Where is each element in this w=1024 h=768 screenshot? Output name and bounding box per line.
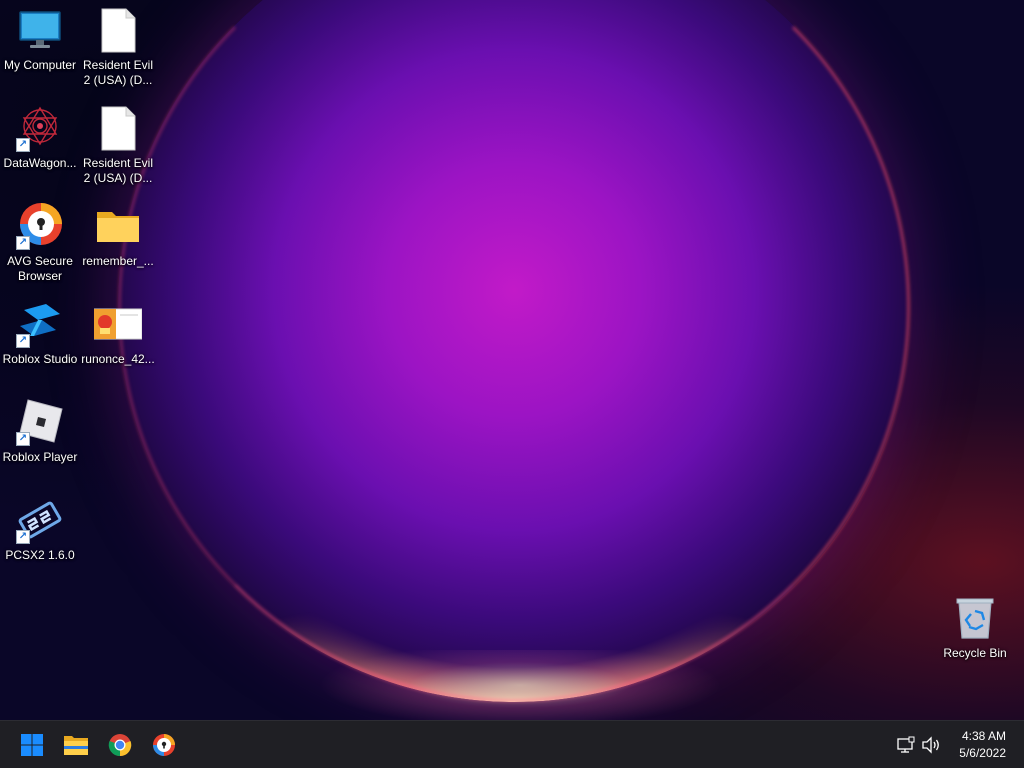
desktop-icon-label: remember_...	[82, 254, 154, 268]
desktop-icon-roblox-studio[interactable]: ↗ Roblox Studio	[0, 294, 80, 384]
desktop-icon-label: Resident Evil 2 (USA) (D...	[82, 156, 154, 185]
desktop-icon-label: Roblox Studio	[2, 352, 78, 366]
desktop-icon-label: runonce_42...	[81, 352, 155, 366]
desktop-icon-datawagon[interactable]: ↗ DataWagon...	[0, 98, 80, 188]
desktop-icon-remember-folder[interactable]: remember_...	[78, 196, 158, 286]
wallpaper-orb-edge	[118, 0, 910, 702]
desktop-icon-label: My Computer	[3, 58, 77, 72]
desktop-icon-runonce[interactable]: runonce_42...	[78, 294, 158, 384]
taskbar: 4:38 AM 5/6/2022	[0, 720, 1024, 768]
recycle-bin-icon	[951, 594, 999, 642]
wallpaper-glow	[320, 650, 720, 720]
image-thumbnail-icon	[93, 300, 143, 348]
chrome-icon	[108, 734, 132, 757]
avg-browser-icon	[153, 734, 175, 756]
folder-icon	[94, 202, 142, 250]
roblox-player-icon: ↗	[16, 398, 64, 446]
network-icon[interactable]	[896, 735, 916, 755]
taskbar-clock[interactable]: 4:38 AM 5/6/2022	[936, 728, 1006, 762]
start-icon	[21, 734, 43, 756]
taskbar-file-explorer[interactable]	[58, 727, 94, 763]
desktop-icon-label: Resident Evil 2 (USA) (D...	[82, 58, 154, 87]
shortcut-arrow-icon: ↗	[16, 236, 30, 250]
clock-date: 5/6/2022	[959, 746, 1006, 760]
desktop-icon-my-computer[interactable]: My Computer	[0, 0, 80, 90]
file-icon	[94, 104, 142, 152]
desktop-icon-label: Roblox Player	[2, 450, 78, 464]
shortcut-arrow-icon: ↗	[16, 334, 30, 348]
avg-browser-icon: ↗	[16, 202, 64, 250]
desktop-icon-resident-evil-2-a[interactable]: Resident Evil 2 (USA) (D...	[78, 0, 158, 90]
desktop-icon-label: PCSX2 1.6.0	[5, 548, 75, 562]
shortcut-arrow-icon: ↗	[16, 432, 30, 446]
clock-time: 4:38 AM	[961, 729, 1006, 743]
shortcut-arrow-icon: ↗	[16, 530, 30, 544]
monitor-icon	[16, 6, 64, 54]
desktop-icon-roblox-player[interactable]: ↗ Roblox Player	[0, 392, 80, 482]
desktop-icon-resident-evil-2-b[interactable]: Resident Evil 2 (USA) (D...	[78, 98, 158, 188]
desktop-icon-label: DataWagon...	[3, 156, 77, 170]
datawagon-icon: ↗	[16, 104, 64, 152]
taskbar-avg-browser[interactable]	[146, 727, 182, 763]
file-icon	[94, 6, 142, 54]
start-button[interactable]	[14, 727, 50, 763]
desktop-icon-label: AVG Secure Browser	[7, 254, 73, 283]
desktop-icon-avg-secure-browser[interactable]: ↗ AVG Secure Browser	[0, 196, 80, 286]
roblox-studio-icon: ↗	[16, 300, 64, 348]
desktop-icon-pcsx2[interactable]: ↗ PCSX2 1.6.0	[0, 490, 80, 580]
pcsx2-icon: ↗	[16, 496, 64, 544]
desktop-icon-label: Recycle Bin	[943, 646, 1007, 660]
shortcut-arrow-icon: ↗	[16, 138, 30, 152]
taskbar-chrome[interactable]	[102, 727, 138, 763]
desktop-icon-recycle-bin[interactable]: Recycle Bin	[935, 588, 1015, 678]
file-explorer-icon	[64, 736, 88, 755]
